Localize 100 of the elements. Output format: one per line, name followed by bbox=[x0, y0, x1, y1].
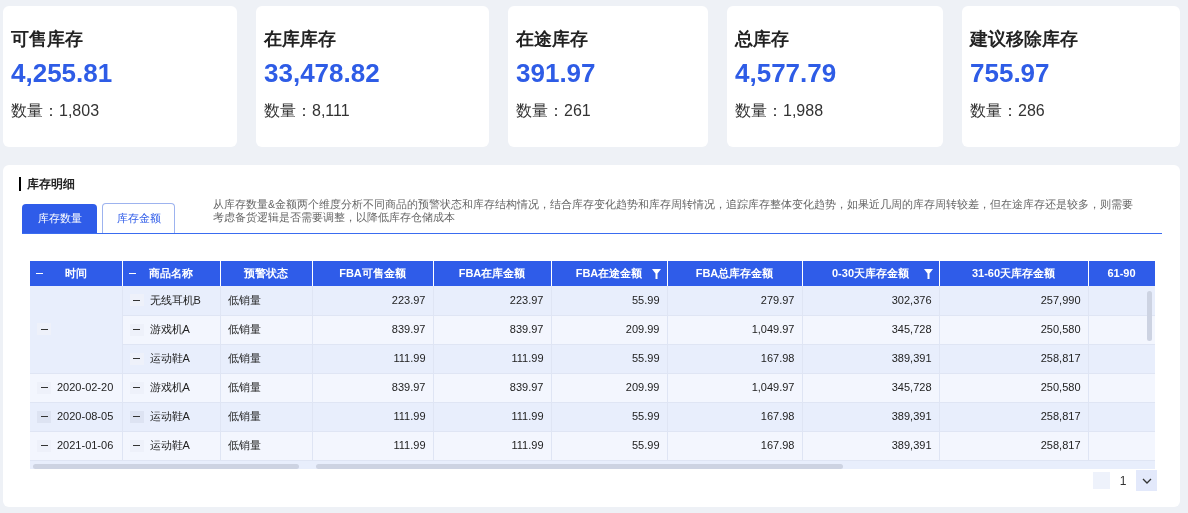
table-cell: 389,391 bbox=[891, 439, 932, 452]
column-header[interactable]: 预警状态 bbox=[220, 261, 312, 286]
card-value: 755.97 bbox=[970, 57, 1051, 90]
card-title: 建议移除库存 bbox=[970, 28, 1079, 51]
table-cell: 839.97 bbox=[391, 381, 426, 394]
tab[interactable]: 库存金额 bbox=[102, 203, 175, 233]
column-header[interactable]: FBA总库存金额 bbox=[667, 261, 802, 286]
table-cell: 167.98 bbox=[760, 352, 795, 365]
table-cell: 167.98 bbox=[760, 410, 795, 423]
count-value: 1,988 bbox=[783, 101, 824, 121]
table-cell-text: 游戏机A bbox=[149, 380, 190, 396]
table-cell-text: 2020-02-20 bbox=[57, 380, 114, 396]
table-cell: 111.99 bbox=[511, 439, 544, 452]
table-cell: 257,990 bbox=[1040, 294, 1081, 306]
collapse-icon[interactable] bbox=[129, 439, 144, 452]
table-cell: 250,580 bbox=[1040, 381, 1081, 394]
table-cell: 345,728 bbox=[891, 381, 932, 394]
card-title: 总库存 bbox=[735, 28, 790, 51]
collapse-icon[interactable] bbox=[37, 410, 51, 423]
table-cell: 低销量 bbox=[227, 352, 261, 365]
table-cell-text: 2020-08-05 bbox=[57, 409, 114, 425]
column-header[interactable]: 时间 bbox=[30, 261, 122, 286]
table-cell-text: 运动鞋A bbox=[149, 438, 190, 454]
collapse-icon[interactable] bbox=[37, 381, 51, 394]
table-cell: 258,817 bbox=[1040, 352, 1081, 365]
column-header[interactable]: 商品名称 bbox=[122, 261, 220, 286]
scrollbar[interactable] bbox=[33, 464, 299, 469]
table-cell: 250,580 bbox=[1040, 323, 1081, 336]
page-number[interactable]: 1 bbox=[1116, 471, 1130, 490]
table-cell-text: 无线耳机B bbox=[149, 293, 201, 308]
table-cell: 低销量 bbox=[227, 294, 261, 306]
table-cell: 345,728 bbox=[891, 323, 932, 336]
table-cell: 279.97 bbox=[760, 294, 795, 306]
filter-icon[interactable] bbox=[923, 268, 933, 279]
card-value: 4,255.81 bbox=[11, 57, 114, 90]
chevron-down-icon bbox=[1141, 477, 1152, 484]
count-label: 数量： bbox=[970, 101, 1018, 121]
table-cell: 55.99 bbox=[631, 352, 660, 365]
table-cell: 111.99 bbox=[511, 352, 544, 365]
description: 从库存数量&金额两个维度分析不同商品的预警状态和库存结构情况，结合库存变化趋势和库存周转情况，追踪库存整体变化趋势，如果近几周的库存周转较差，但在途库存还是较多，则需要考虑备货逻辑是否需要调整，以降低库存仓储成本 bbox=[213, 198, 1133, 225]
count-label: 数量： bbox=[11, 101, 59, 121]
table-cell: 111.99 bbox=[393, 352, 426, 365]
collapse-icon[interactable] bbox=[128, 272, 136, 275]
column-header[interactable]: FBA在库金额 bbox=[433, 261, 551, 286]
table-cell: 低销量 bbox=[227, 410, 261, 423]
collapse-icon[interactable] bbox=[129, 381, 144, 394]
table-cell-text: 2021-01-06 bbox=[57, 438, 114, 454]
collapse-icon[interactable] bbox=[36, 272, 43, 275]
collapse-icon[interactable] bbox=[129, 410, 144, 423]
table-cell-text: 运动鞋A bbox=[149, 409, 190, 425]
table-cell: 258,817 bbox=[1040, 410, 1081, 423]
count-value: 286 bbox=[1018, 101, 1045, 121]
table-cell: 111.99 bbox=[393, 439, 426, 452]
table-cell: 1,049.97 bbox=[751, 381, 795, 394]
count-value: 1,803 bbox=[59, 101, 100, 121]
filter-icon[interactable] bbox=[651, 268, 661, 279]
count-value: 261 bbox=[564, 101, 591, 121]
card-title: 可售库存 bbox=[11, 28, 84, 51]
collapse-icon[interactable] bbox=[129, 352, 144, 365]
table-cell: 167.98 bbox=[760, 439, 795, 452]
column-header[interactable]: FBA在途金额 bbox=[551, 261, 667, 286]
table-cell-text: 运动鞋A bbox=[149, 351, 190, 367]
column-header[interactable]: 61-90 bbox=[1088, 261, 1155, 286]
table-cell: 55.99 bbox=[631, 294, 660, 306]
table-cell: 839.97 bbox=[509, 381, 544, 394]
collapse-icon[interactable] bbox=[37, 439, 51, 452]
table-cell: 209.99 bbox=[625, 381, 660, 394]
table-cell: 55.99 bbox=[631, 439, 660, 452]
collapse-icon[interactable] bbox=[129, 294, 144, 307]
page-dropdown-button[interactable] bbox=[1136, 470, 1157, 491]
table-cell: 209.99 bbox=[625, 323, 660, 336]
table-cell: 839.97 bbox=[391, 323, 426, 336]
column-header[interactable]: 0-30天库存金额 bbox=[802, 261, 939, 286]
scrollbar[interactable] bbox=[1147, 291, 1152, 341]
table-cell: 55.99 bbox=[631, 410, 660, 423]
table-cell: 302,376 bbox=[891, 294, 932, 306]
scrollbar[interactable] bbox=[316, 464, 843, 469]
count-value: 8,111 bbox=[312, 101, 350, 121]
column-header[interactable]: 31-60天库存金额 bbox=[939, 261, 1088, 286]
card-title: 在库库存 bbox=[264, 28, 337, 51]
card-value: 4,577.79 bbox=[735, 57, 838, 90]
collapse-icon[interactable] bbox=[37, 323, 51, 336]
table-cell: 低销量 bbox=[227, 323, 261, 336]
table-cell: 258,817 bbox=[1040, 439, 1081, 452]
table-cell: 223.97 bbox=[509, 294, 544, 306]
table-cell: 1,049.97 bbox=[751, 323, 795, 336]
collapse-icon[interactable] bbox=[129, 323, 144, 336]
count-label: 数量： bbox=[264, 101, 312, 121]
count-label: 数量： bbox=[735, 101, 783, 121]
card-title: 在途库存 bbox=[516, 28, 589, 51]
table-cell: 389,391 bbox=[891, 352, 932, 365]
tab[interactable]: 库存数量 bbox=[22, 204, 97, 233]
table-cell: 低销量 bbox=[227, 439, 261, 452]
table-cell: 低销量 bbox=[227, 381, 261, 394]
card-value: 391.97 bbox=[516, 57, 597, 90]
count-label: 数量： bbox=[516, 101, 564, 121]
card-value: 33,478.82 bbox=[264, 57, 381, 90]
table-cell: 111.99 bbox=[511, 410, 544, 423]
column-header[interactable]: FBA可售金额 bbox=[312, 261, 433, 286]
table-cell: 223.97 bbox=[391, 294, 426, 306]
